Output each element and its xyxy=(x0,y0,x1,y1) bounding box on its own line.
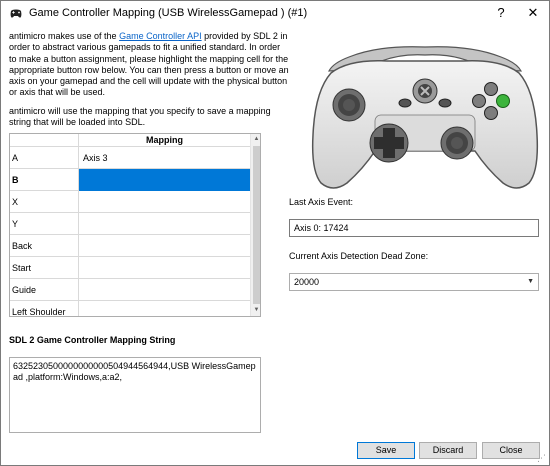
table-corner[interactable] xyxy=(10,134,79,147)
save-button[interactable]: Save xyxy=(357,442,415,459)
scroll-thumb[interactable] xyxy=(253,146,260,304)
deadzone-value: 20000 xyxy=(294,277,320,287)
row-header[interactable]: Back xyxy=(10,235,79,257)
last-axis-label: Last Axis Event: xyxy=(289,197,354,207)
resize-grip-icon[interactable]: ⋰ xyxy=(537,453,546,464)
window-title: Game Controller Mapping (USB WirelessGam… xyxy=(29,7,308,19)
mapping-string-field[interactable]: 632523050000000000050494456494​4,USB Wir… xyxy=(9,357,261,433)
scroll-down-icon[interactable]: ▼ xyxy=(253,307,260,314)
mapping-cell[interactable] xyxy=(79,213,250,235)
table-row[interactable]: Left Shoulder xyxy=(10,301,250,316)
mapping-cell[interactable] xyxy=(79,257,250,279)
intro-paragraph: antimicro makes use of the Game Controll… xyxy=(9,31,289,99)
mapping-cell[interactable] xyxy=(79,191,250,213)
mapping-cell[interactable] xyxy=(79,279,250,301)
window-close-button[interactable]: ✕ xyxy=(525,5,541,21)
table-row[interactable]: Start xyxy=(10,257,250,279)
mapping-cell[interactable] xyxy=(79,301,250,316)
mapping-column-header[interactable]: Mapping xyxy=(79,134,250,147)
table-header: Mapping xyxy=(10,134,250,147)
scroll-up-icon[interactable]: ▲ xyxy=(253,136,260,143)
gamepad-app-icon xyxy=(10,9,22,18)
deadzone-select[interactable]: 20000 ▼ xyxy=(289,273,539,291)
mapping-cell[interactable] xyxy=(79,169,250,191)
row-header[interactable]: Guide xyxy=(10,279,79,301)
help-button[interactable]: ? xyxy=(493,5,509,21)
dialog-body: antimicro makes use of the Game Controll… xyxy=(1,25,549,465)
table-row[interactable]: Back xyxy=(10,235,250,257)
row-header[interactable]: A xyxy=(10,147,79,169)
game-controller-api-link[interactable]: Game Controller API xyxy=(119,31,202,41)
discard-button[interactable]: Discard xyxy=(419,442,477,459)
intro-paragraph-2: antimicro will use the mapping that you … xyxy=(9,105,271,128)
gamepad-image xyxy=(311,46,539,189)
row-header[interactable]: Start xyxy=(10,257,79,279)
last-axis-field[interactable]: Axis 0: 17424 xyxy=(289,219,539,237)
row-header[interactable]: X xyxy=(10,191,79,213)
row-header[interactable]: Y xyxy=(10,213,79,235)
table-row[interactable]: Y xyxy=(10,213,250,235)
table-scrollbar[interactable]: ▲ ▼ xyxy=(250,134,260,316)
intro-text-start: antimicro makes use of the xyxy=(9,31,120,41)
row-header[interactable]: Left Shoulder xyxy=(10,301,79,316)
chevron-down-icon: ▼ xyxy=(527,278,534,285)
row-header[interactable]: B xyxy=(10,169,79,191)
mapping-cell[interactable] xyxy=(79,235,250,257)
deadzone-label: Current Axis Detection Dead Zone: xyxy=(289,251,429,261)
title-bar: Game Controller Mapping (USB WirelessGam… xyxy=(1,1,549,25)
mapping-cell[interactable]: Axis 3 xyxy=(79,147,250,169)
mapping-dialog: Game Controller Mapping (USB WirelessGam… xyxy=(0,0,550,466)
table-row[interactable]: B xyxy=(10,169,250,191)
intro-text: antimicro makes use of the Game Controll… xyxy=(9,31,289,135)
mapping-table: Mapping A Axis 3 B X Y Back Start Guide Left Sho… xyxy=(9,133,261,317)
table-row[interactable]: Guide xyxy=(10,279,250,301)
table-row[interactable]: A Axis 3 xyxy=(10,147,250,169)
mapping-string-title: SDL 2 Game Controller Mapping String xyxy=(9,335,176,345)
close-button[interactable]: Close xyxy=(482,442,540,459)
table-row[interactable]: X xyxy=(10,191,250,213)
